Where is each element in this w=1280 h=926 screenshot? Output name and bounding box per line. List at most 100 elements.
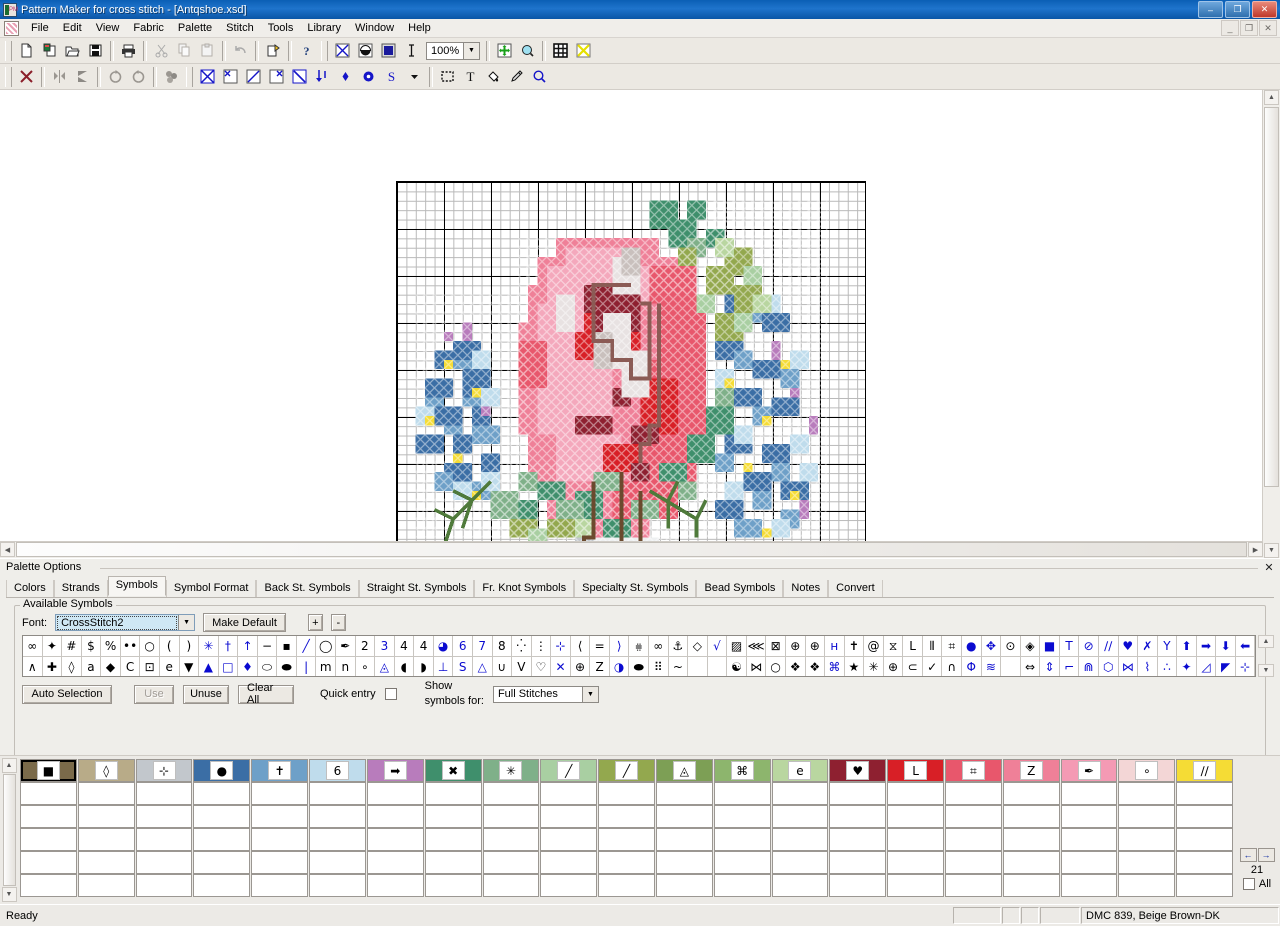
mdi-close-button[interactable]: ✕ — [1259, 20, 1277, 36]
symbol-cell[interactable]: ⩷ — [629, 636, 649, 657]
palette-swatch-cell[interactable]: ╱ — [598, 759, 655, 782]
symbol-cell[interactable]: ✒ — [336, 636, 356, 657]
symbol-cell[interactable]: = — [590, 636, 610, 657]
symbol-cell[interactable]: ⧖ — [884, 636, 904, 657]
palette-swatch-cell[interactable] — [887, 805, 944, 828]
symbol-cell[interactable]: ◿ — [1197, 657, 1217, 677]
palette-swatch-cell[interactable]: ● — [193, 759, 250, 782]
symbol-cell[interactable] — [688, 657, 708, 677]
maximize-button[interactable]: ❐ — [1225, 1, 1250, 18]
tab-colors[interactable]: Colors — [6, 580, 54, 597]
menu-item-fabric[interactable]: Fabric — [126, 20, 171, 36]
menu-item-window[interactable]: Window — [348, 20, 401, 36]
chevron-down-icon[interactable]: ▼ — [178, 615, 194, 630]
symbol-cell[interactable]: ◇ — [688, 636, 708, 657]
palette-swatch-cell[interactable] — [425, 874, 482, 897]
palette-swatch-cell[interactable] — [829, 782, 886, 805]
palette-swatch-cell[interactable] — [772, 805, 829, 828]
symbol-cell[interactable]: ⊂ — [903, 657, 923, 677]
canvas-vertical-scrollbar[interactable]: ▲ ▼ — [1262, 90, 1280, 558]
palette-swatch-cell[interactable] — [540, 828, 597, 851]
symbol-cell[interactable] — [708, 657, 728, 677]
symbol-cell[interactable]: ✳ — [864, 657, 884, 677]
fill-bucket-button[interactable] — [482, 66, 505, 88]
palette-swatch-cell[interactable] — [1176, 851, 1233, 874]
palette-swatch-cell[interactable] — [540, 874, 597, 897]
palette-swatch-cell[interactable]: ✒ — [1061, 759, 1118, 782]
symbol-cell[interactable]: ✚ — [43, 657, 63, 677]
quick-entry-checkbox[interactable] — [385, 688, 397, 700]
symbol-cell[interactable]: n — [336, 657, 356, 677]
palette-swatch-cell[interactable] — [483, 782, 540, 805]
palette-swatch-cell[interactable] — [656, 782, 713, 805]
vertical-scroll-thumb[interactable] — [1264, 107, 1279, 487]
symbol-cell[interactable]: @ — [864, 636, 884, 657]
palette-swatch-cell[interactable]: ✳ — [483, 759, 540, 782]
tab-back-st-symbols[interactable]: Back St. Symbols — [256, 580, 358, 597]
symbol-cell[interactable]: m — [316, 657, 336, 677]
straight-stitch-button[interactable] — [311, 66, 334, 88]
symbol-cell[interactable]: ⊠ — [766, 636, 786, 657]
symbol-cell[interactable]: † — [219, 636, 239, 657]
mdi-restore-button[interactable]: ❐ — [1240, 20, 1258, 36]
flip-horizontal-button[interactable] — [48, 66, 71, 88]
palette-swatch-cell[interactable] — [714, 782, 771, 805]
palette-swatch-cell[interactable] — [20, 874, 77, 897]
symbol-cell[interactable]: ⋈ — [747, 657, 767, 677]
symbol-cell[interactable]: % — [101, 636, 121, 657]
symbol-cell[interactable]: ➡ — [1197, 636, 1217, 657]
specialty-dropdown-arrow[interactable] — [403, 66, 426, 88]
symbol-cell[interactable]: ◤ — [1216, 657, 1236, 677]
symbol-cell[interactable]: ∘ — [356, 657, 376, 677]
symbol-cell[interactable]: ⋈ — [1119, 657, 1139, 677]
symbol-cell[interactable]: ⬆ — [1177, 636, 1197, 657]
palette-swatch-cell[interactable] — [1118, 874, 1175, 897]
symbol-cell[interactable]: ⁛ — [512, 636, 532, 657]
palette-swatch-cell[interactable] — [425, 782, 482, 805]
use-button[interactable]: Use — [134, 685, 174, 704]
scroll-left-button[interactable]: ◀ — [0, 542, 15, 557]
palette-swatch-cell[interactable] — [945, 874, 1002, 897]
palette-swatch-cell[interactable] — [656, 805, 713, 828]
palette-swatch-cell[interactable] — [772, 851, 829, 874]
half-stitch-button[interactable] — [242, 66, 265, 88]
palette-next-button[interactable]: → — [1258, 848, 1275, 862]
scroll-right-button[interactable]: ▶ — [1248, 542, 1263, 557]
palette-swatch-cell[interactable] — [1003, 828, 1060, 851]
palette-scroll-down-button[interactable]: ▼ — [2, 887, 17, 902]
symbol-cell[interactable]: 8 — [493, 636, 513, 657]
pattern-canvas[interactable]: ⬇ ➡ — [0, 90, 1280, 558]
select-rectangle-button[interactable] — [436, 66, 459, 88]
palette-swatch-cell[interactable] — [78, 782, 135, 805]
symbol-cell[interactable]: ★ — [845, 657, 865, 677]
scroll-down-button[interactable]: ▼ — [1264, 543, 1279, 558]
palette-swatch-cell[interactable] — [78, 851, 135, 874]
panel-close-button[interactable]: ✕ — [1262, 560, 1276, 574]
palette-swatch-cell[interactable] — [193, 805, 250, 828]
symbol-cell[interactable]: ⋒ — [1079, 657, 1099, 677]
symbol-cell[interactable]: ■ — [1040, 636, 1060, 657]
palette-swatch-cell[interactable]: ⌘ — [714, 759, 771, 782]
palette-swatch-cell[interactable] — [193, 874, 250, 897]
symbol-cell[interactable]: ◬ — [375, 657, 395, 677]
symbol-cell[interactable]: 4 — [395, 636, 415, 657]
palette-swatch-cell[interactable]: ◬ — [656, 759, 713, 782]
palette-swatch-cell[interactable] — [1176, 828, 1233, 851]
symbol-cell[interactable]: ⬅ — [1236, 636, 1256, 657]
palette-swatch-cell[interactable] — [945, 805, 1002, 828]
symbol-cell[interactable]: ▼ — [180, 657, 200, 677]
symbol-cell[interactable]: ✓ — [923, 657, 943, 677]
add-symbol-button[interactable]: + — [308, 614, 323, 631]
specialty-stitch-button[interactable]: S — [380, 66, 403, 88]
tab-straight-st-symbols[interactable]: Straight St. Symbols — [359, 580, 475, 597]
symbol-cell[interactable]: ♡ — [532, 657, 552, 677]
remove-symbol-button[interactable]: - — [331, 614, 346, 631]
symbol-cell[interactable]: ▨ — [727, 636, 747, 657]
zoom-level-combo[interactable]: 100% ▼ — [426, 42, 480, 60]
menu-item-stitch[interactable]: Stitch — [219, 20, 261, 36]
symbol-cell[interactable]: ▲ — [199, 657, 219, 677]
scroll-up-button[interactable]: ▲ — [1264, 90, 1279, 105]
tab-symbol-format[interactable]: Symbol Format — [166, 580, 257, 597]
palette-swatch-cell[interactable]: Z — [1003, 759, 1060, 782]
symbol-cell[interactable]: ☯ — [727, 657, 747, 677]
